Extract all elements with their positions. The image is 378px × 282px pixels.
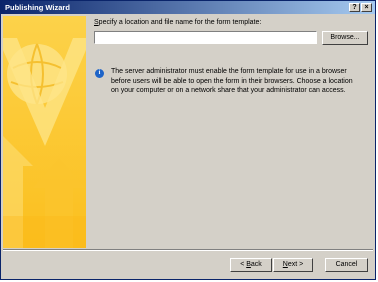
- publishing-wizard-dialog: Publishing Wizard ? × Specify a location…: [0, 0, 376, 280]
- wizard-content: Specify a location and file name for the…: [86, 16, 373, 248]
- close-button[interactable]: ×: [361, 3, 372, 12]
- wizard-side-banner: [3, 16, 86, 248]
- prompt-text: pecify a location and file name for the …: [98, 19, 262, 26]
- help-button[interactable]: ?: [349, 3, 360, 12]
- title-bar: Publishing Wizard ? ×: [1, 1, 375, 14]
- back-button[interactable]: < Back: [230, 258, 272, 272]
- close-icon: ×: [364, 4, 369, 11]
- window-title: Publishing Wizard: [5, 3, 70, 12]
- browse-button[interactable]: Browse...: [322, 31, 368, 45]
- help-icon: ?: [352, 4, 357, 11]
- info-message: The server administrator must enable the…: [111, 68, 353, 94]
- location-prompt-label: Specify a location and file name for the…: [94, 19, 261, 26]
- info-icon-glyph: i: [98, 70, 101, 76]
- location-input[interactable]: [94, 31, 317, 44]
- banner-graphic: [3, 16, 86, 248]
- next-button[interactable]: Next >: [273, 258, 313, 272]
- footer-divider: [3, 249, 373, 251]
- next-suffix: ext >: [287, 261, 304, 268]
- info-icon: i: [95, 69, 104, 78]
- cancel-button[interactable]: Cancel: [325, 258, 368, 272]
- back-suffix: ack: [250, 261, 262, 268]
